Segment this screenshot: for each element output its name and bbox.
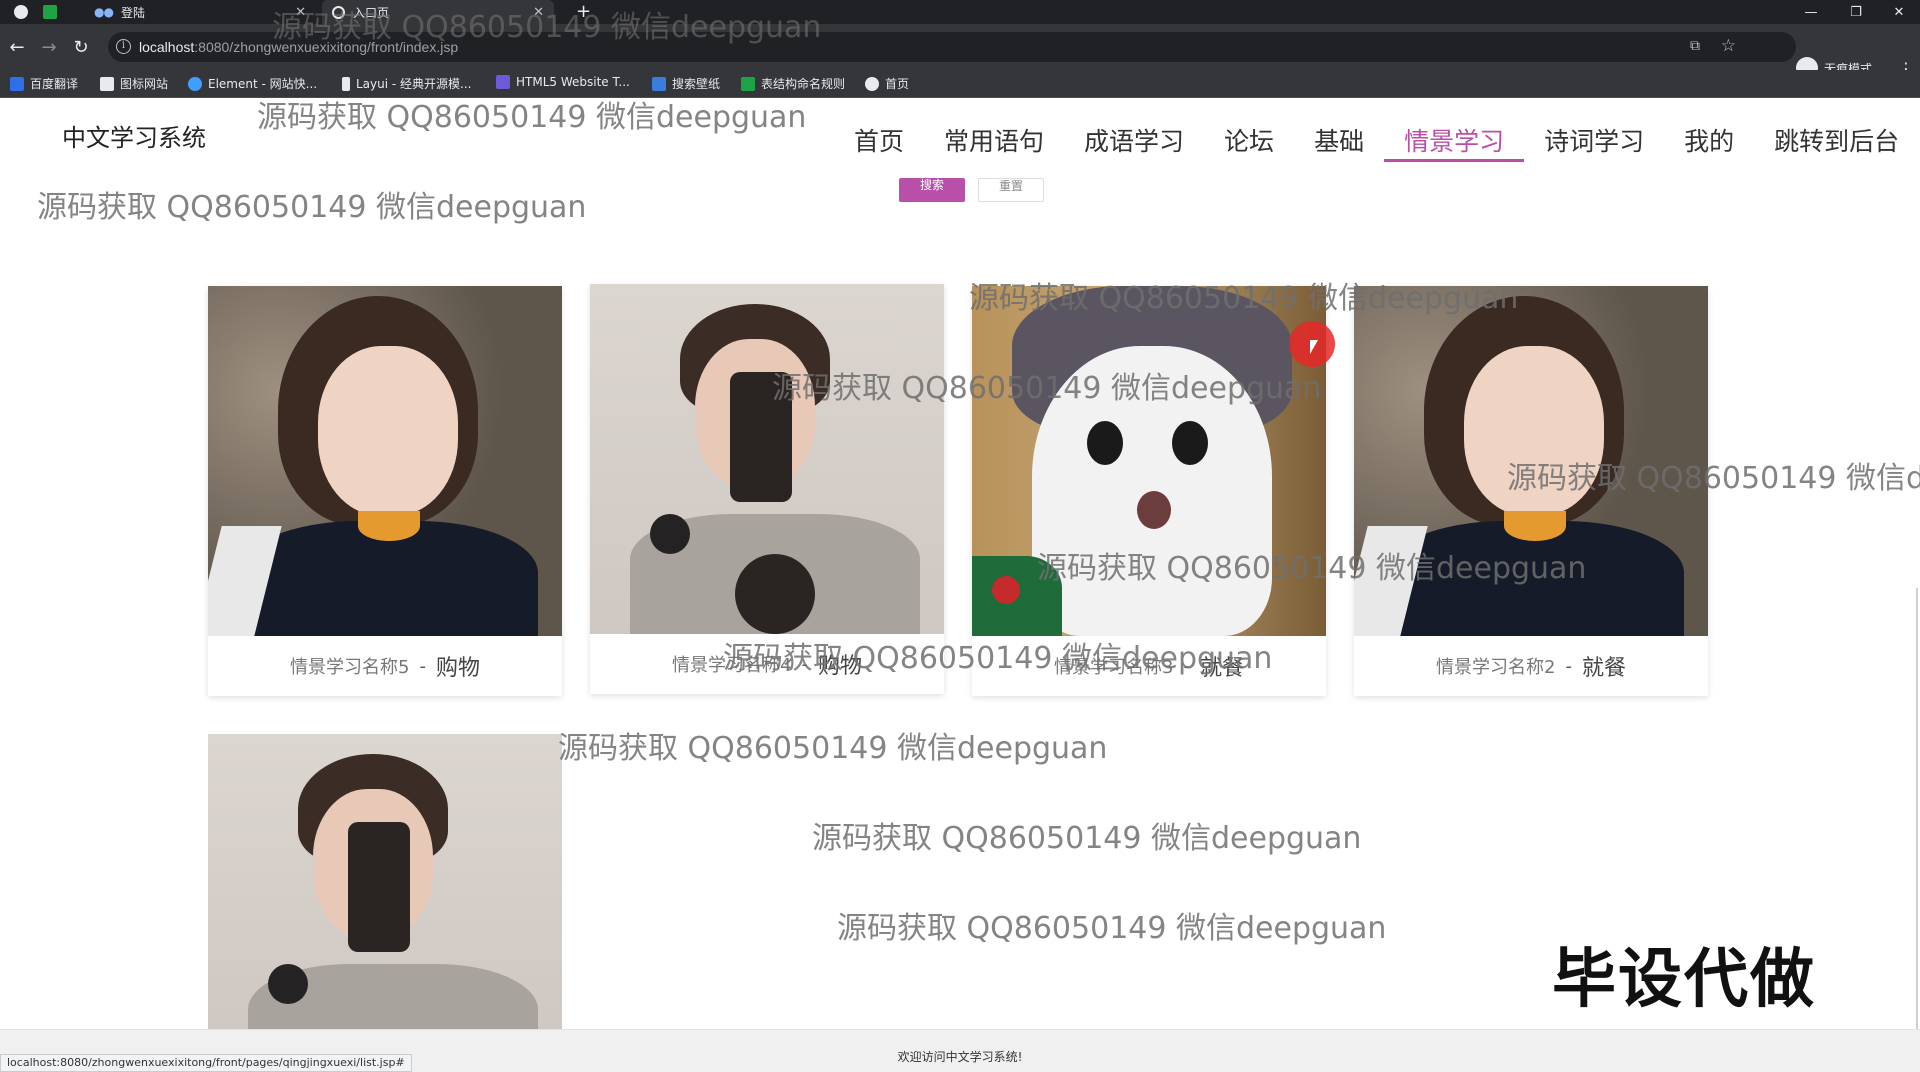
card-caption[interactable]: 情景学习名称4 - 购物 xyxy=(590,634,944,694)
search-button[interactable]: 搜索 xyxy=(899,178,965,202)
card-name: 情景学习名称5 xyxy=(290,657,410,678)
element-icon xyxy=(188,76,202,91)
browser-toolbar: ← → ↻ i localhost:8080/zhongwenxuexixito… xyxy=(0,24,1920,79)
bookmark-item[interactable]: 表结构命名规则 xyxy=(741,75,845,92)
card-name: 情景学习名称4 xyxy=(672,655,792,676)
new-tab-icon[interactable]: + xyxy=(576,2,591,22)
reset-button[interactable]: 重置 xyxy=(978,178,1044,202)
card-type: 就餐 xyxy=(1199,656,1244,681)
card-image[interactable] xyxy=(208,286,562,636)
scenario-card[interactable]: 情景学习名称4 - 购物 xyxy=(590,284,944,694)
globe-icon xyxy=(865,76,879,91)
back-icon[interactable]: ← xyxy=(4,34,30,60)
nav-mine[interactable]: 我的 xyxy=(1664,122,1754,162)
card-image[interactable] xyxy=(1354,286,1708,636)
card-caption[interactable]: 情景学习名称5 - 购物 xyxy=(208,636,562,696)
bookmark-item[interactable]: Layui - 经典开源模... xyxy=(342,75,471,92)
site-info-icon[interactable]: i xyxy=(116,39,131,54)
tab-title: 登陆 xyxy=(120,5,145,20)
bookmark-star-icon[interactable]: ☆ xyxy=(1721,36,1736,56)
bookmark-item[interactable]: 搜索壁纸 xyxy=(652,75,720,92)
site-title[interactable]: 中文学习系统 xyxy=(62,118,206,153)
bookmark-item[interactable]: 图标网站 xyxy=(100,75,168,92)
card-image[interactable] xyxy=(590,284,944,634)
bookmark-item[interactable]: HTML5 Website T... xyxy=(496,75,630,89)
nav-scenario-learning[interactable]: 情景学习 xyxy=(1384,122,1525,162)
nav-idioms[interactable]: 成语学习 xyxy=(1064,122,1204,162)
address-url[interactable]: localhost:8080/zhongwenxuexixitong/front… xyxy=(139,39,458,55)
promo-badge: 毕设代做 xyxy=(1552,943,1816,1017)
bookmarks-bar: 百度翻译 图标网站 Element - 网站快... Layui - 经典开源模… xyxy=(0,70,1920,98)
tab-strip: ●● 登陆 ✕ 入口页 ✕ + — ❐ ✕ xyxy=(0,0,1920,24)
tab-favicon-icon xyxy=(332,5,345,19)
scenario-card[interactable] xyxy=(208,734,562,1029)
card-name: 情景学习名称2 xyxy=(1436,657,1556,678)
tab-login[interactable]: ●● 登陆 ✕ xyxy=(84,0,316,24)
bookmark-item[interactable]: 百度翻译 xyxy=(10,75,78,92)
card-image[interactable] xyxy=(208,734,562,1029)
mouse-cursor-icon xyxy=(1310,340,1318,354)
translate-icon[interactable]: ⧉ xyxy=(1690,38,1700,54)
forward-icon[interactable]: → xyxy=(36,34,62,60)
screen: ●● 登陆 ✕ 入口页 ✕ + — ❐ ✕ ← → ↻ i localhost:… xyxy=(0,0,1920,1072)
main-nav: 首页 常用语句 成语学习 论坛 基础 情景学习 诗词学习 我的 跳转到后台 xyxy=(834,122,1919,162)
minimize-icon[interactable]: — xyxy=(1790,0,1832,24)
bookmark-item[interactable]: 首页 xyxy=(865,75,909,92)
wallpaper-icon xyxy=(652,76,666,91)
nav-phrases[interactable]: 常用语句 xyxy=(924,122,1064,162)
baidu-translate-icon xyxy=(10,76,24,91)
nav-basics[interactable]: 基础 xyxy=(1294,122,1384,162)
card-type: 购物 xyxy=(817,654,862,679)
card-type: 就餐 xyxy=(1581,656,1626,681)
card-type: 购物 xyxy=(435,656,480,681)
tab-favicon-icon: ●● xyxy=(94,5,114,19)
close-tab-icon[interactable]: ✕ xyxy=(533,5,544,20)
bookmark-item[interactable]: Element - 网站快... xyxy=(188,75,317,92)
tab-title: 入口页 xyxy=(353,5,390,20)
close-window-icon[interactable]: ✕ xyxy=(1878,0,1920,24)
nav-forum[interactable]: 论坛 xyxy=(1204,122,1294,162)
address-bar[interactable]: i localhost:8080/zhongwenxuexixitong/fro… xyxy=(108,32,1796,62)
card-name: 情景学习名称3 xyxy=(1054,657,1174,678)
nav-admin[interactable]: 跳转到后台 xyxy=(1754,122,1919,162)
scrollbar[interactable] xyxy=(1916,588,1918,1029)
nav-poetry[interactable]: 诗词学习 xyxy=(1524,122,1664,162)
reload-icon[interactable]: ↻ xyxy=(68,34,94,60)
close-tab-icon[interactable]: ✕ xyxy=(295,5,306,20)
scenario-card[interactable]: 情景学习名称3 - 就餐 xyxy=(972,286,1326,696)
scenario-card[interactable]: 情景学习名称2 - 就餐 xyxy=(1354,286,1708,696)
card-caption[interactable]: 情景学习名称3 - 就餐 xyxy=(972,636,1326,696)
link-status-bar: localhost:8080/zhongwenxuexixitong/front… xyxy=(0,1054,412,1072)
scenario-card[interactable]: 情景学习名称5 - 购物 xyxy=(208,286,562,696)
nav-home[interactable]: 首页 xyxy=(834,122,924,162)
layui-icon xyxy=(342,76,350,91)
flag-icon xyxy=(100,76,114,91)
pinned-tab-icon[interactable] xyxy=(43,5,57,19)
restore-icon[interactable]: ❐ xyxy=(1835,0,1877,24)
tab-entry[interactable]: 入口页 ✕ xyxy=(322,0,554,24)
card-image[interactable] xyxy=(972,286,1326,636)
browser-menu-icon[interactable] xyxy=(14,5,28,19)
sheet-icon xyxy=(741,76,755,91)
html5-icon xyxy=(496,75,510,89)
web-page: 中文学习系统 首页 常用语句 成语学习 论坛 基础 情景学习 诗词学习 我的 跳… xyxy=(0,98,1920,1029)
card-caption[interactable]: 情景学习名称2 - 就餐 xyxy=(1354,636,1708,696)
